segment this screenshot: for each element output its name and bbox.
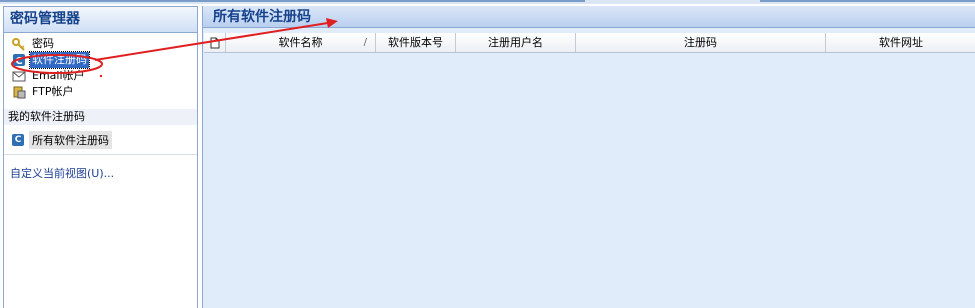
column-label: 软件名称 <box>278 36 323 49</box>
ftp-account-icon <box>11 85 27 99</box>
top-frame-line <box>0 0 975 4</box>
svg-text:C: C <box>15 56 22 67</box>
nav-item-email-accounts[interactable]: Email帐户 <box>11 68 197 84</box>
column-software-version[interactable]: 软件版本号 <box>376 33 456 52</box>
nav-item-label: FTP帐户 <box>32 85 74 98</box>
email-account-icon <box>11 69 27 83</box>
software-key-icon: C <box>11 53 27 67</box>
column-software-url[interactable]: 软件网址 <box>826 33 975 52</box>
column-software-name[interactable]: 软件名称 / <box>226 33 376 52</box>
column-registered-user[interactable]: 注册用户名 <box>456 33 576 52</box>
navigation-pane: 密码管理器 密码 C 软件注册码 Email帐户 FTP帐户 我的软件注册码 C… <box>3 6 198 308</box>
column-registration-code[interactable]: 注册码 <box>576 33 826 52</box>
top-frame-segment <box>0 0 585 2</box>
column-attachment[interactable] <box>204 33 226 52</box>
customize-view-link[interactable]: 自定义当前视图(U)... <box>10 165 114 181</box>
nav-item-label: 密码 <box>32 37 54 50</box>
divider <box>4 154 197 155</box>
software-key-icon: C <box>12 134 24 146</box>
folder-list: 密码 C 软件注册码 Email帐户 FTP帐户 <box>4 33 197 100</box>
navigation-pane-title: 密码管理器 <box>4 7 197 33</box>
nav-item-ftp-accounts[interactable]: FTP帐户 <box>11 84 197 100</box>
content-pane-title: 所有软件注册码 <box>203 6 975 28</box>
nav-item-label: 软件注册码 <box>29 51 90 69</box>
attachment-icon <box>210 36 220 49</box>
top-frame-segment <box>760 0 975 2</box>
column-header-row: 软件名称 / 软件版本号 注册用户名 注册码 软件网址 <box>204 33 975 53</box>
view-all-software-keys[interactable]: C 所有软件注册码 <box>12 131 112 149</box>
sort-indicator: / <box>363 37 367 48</box>
group-header: 我的软件注册码 <box>4 109 197 125</box>
view-label: 所有软件注册码 <box>29 131 112 149</box>
nav-item-label: Email帐户 <box>32 69 85 82</box>
nav-item-passwords[interactable]: 密码 <box>11 36 197 52</box>
nav-item-software-keys[interactable]: C 软件注册码 <box>11 51 197 69</box>
content-pane: 所有软件注册码 软件名称 / 软件版本号 注册用户名 注册码 软件网址 <box>202 6 975 308</box>
key-icon <box>11 37 27 51</box>
